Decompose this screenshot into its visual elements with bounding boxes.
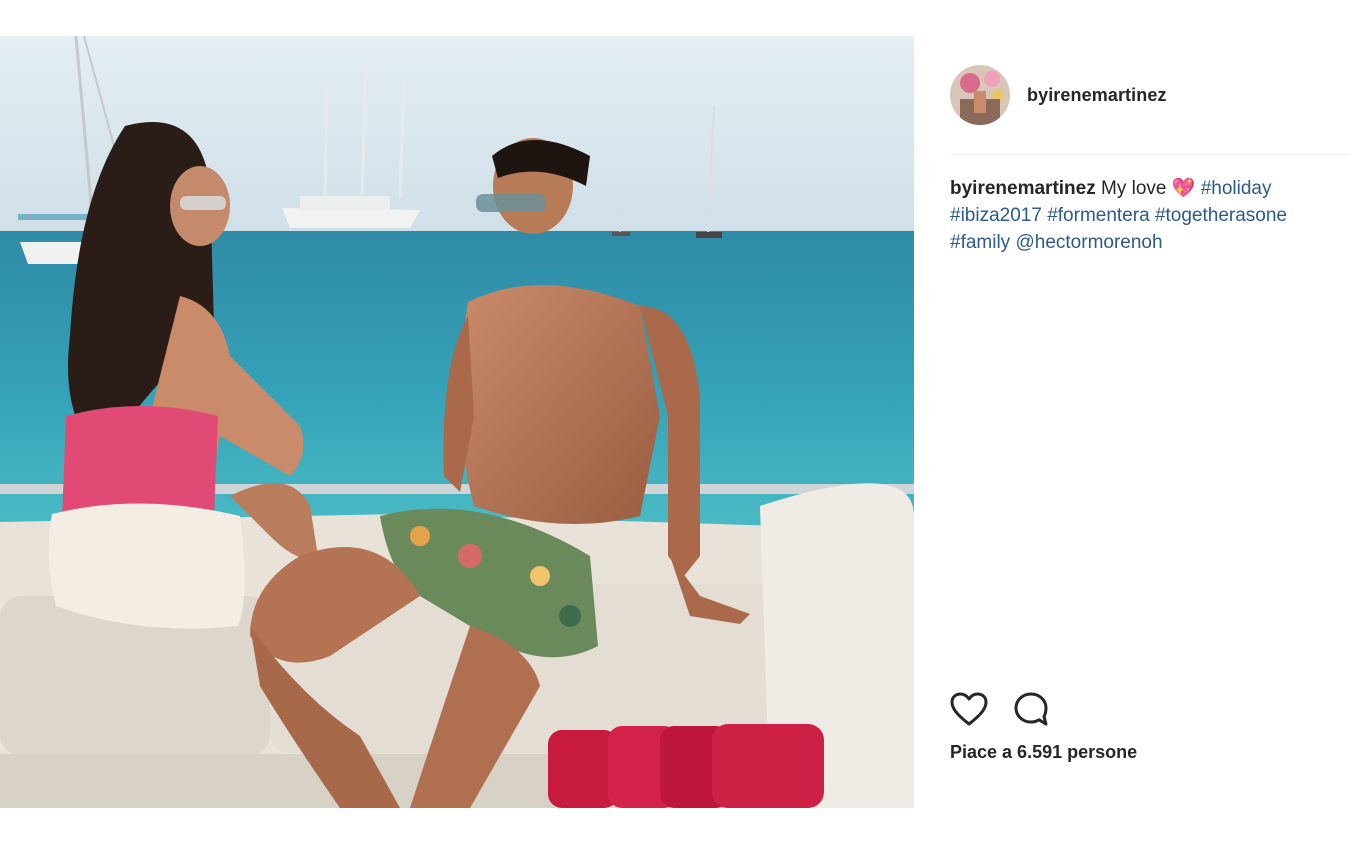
caption: byirenemartinez My love 💖 #holiday #ibiz…: [950, 175, 1340, 256]
action-bar: [950, 690, 1074, 728]
instagram-post: byirenemartinez byirenemartinez My love …: [0, 0, 1350, 845]
comment-icon: [1014, 692, 1048, 726]
hashtag-holiday[interactable]: #holiday: [1201, 178, 1272, 199]
post-photo[interactable]: [0, 36, 914, 808]
like-button[interactable]: [950, 690, 988, 728]
heart-emoji-icon: 💖: [1171, 178, 1196, 199]
caption-text: My love: [1101, 178, 1167, 199]
heart-icon: [950, 692, 988, 726]
mention-link[interactable]: @hectormorenoh: [1015, 232, 1162, 253]
header-username[interactable]: byirenemartinez: [1027, 85, 1167, 106]
avatar[interactable]: [950, 65, 1010, 125]
divider: [950, 154, 1350, 155]
hashtag-family[interactable]: #family: [950, 232, 1010, 253]
hashtag-formentera[interactable]: #formentera: [1047, 205, 1149, 226]
comment-button[interactable]: [1012, 690, 1050, 728]
likes-count[interactable]: Piace a 6.591 persone: [950, 742, 1137, 763]
post-header: byirenemartinez: [950, 64, 1167, 126]
hashtag-ibiza2017[interactable]: #ibiza2017: [950, 205, 1042, 226]
hashtag-togetherasone[interactable]: #togetherasone: [1155, 205, 1287, 226]
caption-username[interactable]: byirenemartinez: [950, 178, 1096, 199]
post-sidebar: byirenemartinez byirenemartinez My love …: [950, 36, 1350, 808]
